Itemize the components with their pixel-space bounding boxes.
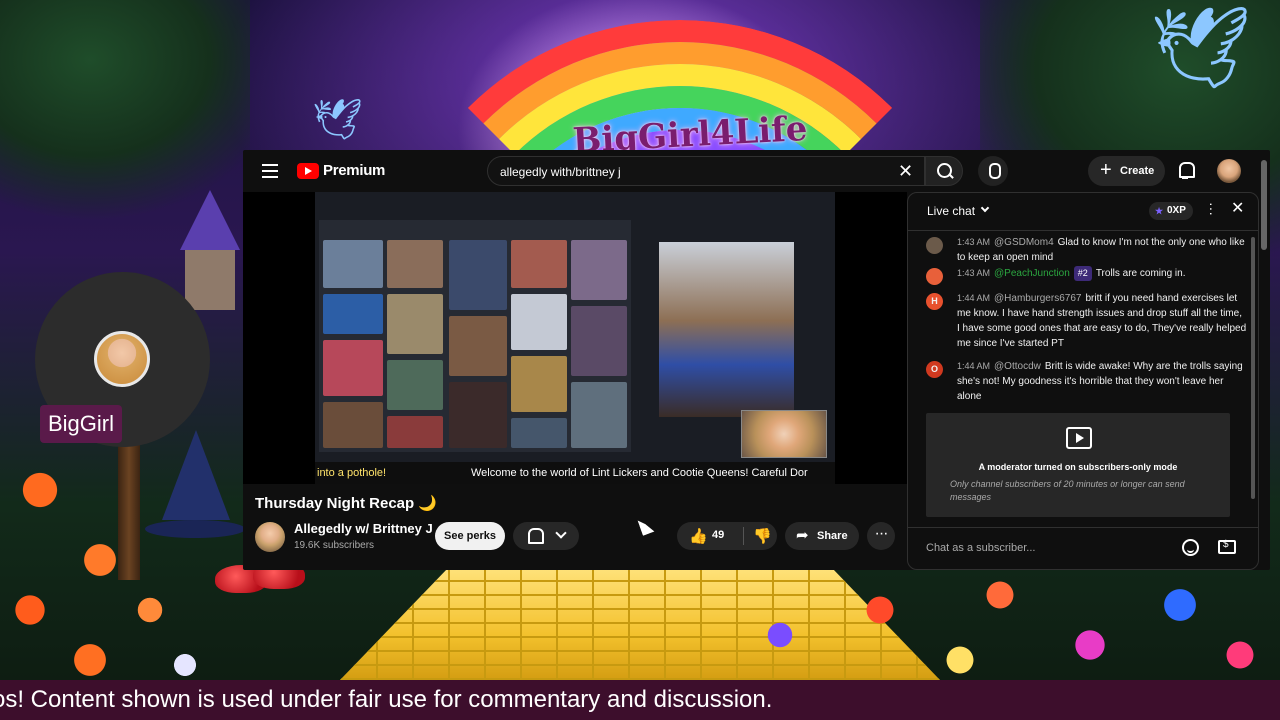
video-facecam (741, 410, 827, 458)
chat-avatar: H (926, 293, 943, 310)
close-icon[interactable]: ✕ (1231, 201, 1244, 217)
witch-hat-decoration (145, 430, 245, 540)
ticker-text: os! Content shown is used under fair use… (0, 686, 773, 713)
live-chat-title[interactable]: Live chat (927, 204, 975, 218)
chat-text: Trolls are coming in. (1095, 268, 1186, 279)
more-vert-icon[interactable]: ··· (1204, 202, 1220, 216)
logo-text: Premium (323, 162, 386, 179)
video-ticker-left: into a pothole! (317, 467, 387, 479)
subscriber-count: 19.6K subscribers (294, 540, 375, 551)
like-count: 49 (712, 529, 725, 541)
video-title: Thursday Night Recap 🌙 (255, 495, 438, 512)
play-box-icon (1066, 427, 1092, 449)
rank-badge: #2 (1073, 266, 1092, 281)
video-frame: into a pothole! Welcome to the world of … (315, 192, 835, 484)
channel-avatar[interactable] (255, 522, 285, 552)
chat-avatar (926, 268, 943, 285)
close-icon[interactable]: ✕ (898, 161, 913, 182)
bluebird-icon: 🕊 (312, 98, 363, 142)
chat-author[interactable]: @Ottocdw (994, 361, 1041, 372)
chat-time: 1:44 AM (957, 361, 991, 371)
thumbs-up-icon[interactable]: 👍 (689, 527, 708, 545)
share-label: Share (817, 530, 848, 542)
video-ticker: into a pothole! Welcome to the world of … (315, 462, 835, 484)
chat-time: 1:44 AM (957, 293, 991, 303)
share-button[interactable]: ➦ Share (785, 522, 859, 550)
search-input[interactable] (500, 163, 880, 181)
notice-title: A moderator turned on subscribers-only m… (978, 462, 1178, 472)
youtube-premium-logo[interactable]: Premium (297, 162, 385, 179)
more-actions-button[interactable]: ··· (867, 522, 895, 550)
xp-badge[interactable]: 0XP (1149, 202, 1193, 220)
webcam-avatar (94, 331, 150, 387)
video-player[interactable]: into a pothole! Welcome to the world of … (243, 192, 907, 484)
emoji-icon[interactable] (1182, 539, 1199, 556)
live-chat-header: Live chat 0XP ··· ✕ (908, 193, 1258, 231)
channel-row: Allegedly w/ Brittney J 19.6K subscriber… (255, 520, 905, 560)
chat-input[interactable] (926, 539, 1166, 557)
chat-avatar (926, 237, 943, 254)
menu-icon[interactable] (262, 164, 278, 178)
window-scrollbar[interactable] (1261, 160, 1267, 250)
create-button[interactable]: + Create (1088, 156, 1165, 186)
bell-icon (527, 528, 544, 544)
notifications-bell-icon[interactable] (1177, 162, 1195, 179)
live-chat-panel: Live chat 0XP ··· ✕ 1:43 AM@GSDMom4Glad … (907, 192, 1259, 570)
bottom-ticker: os! Content shown is used under fair use… (0, 680, 1280, 720)
search-box: ✕ (487, 156, 925, 186)
chevron-down-icon (555, 527, 567, 539)
plus-icon: + (1100, 159, 1112, 181)
video-ticker-right: Welcome to the world of Lint Lickers and… (471, 467, 808, 479)
chat-author[interactable]: @GSDMom4 (994, 237, 1054, 248)
youtube-logo-icon (297, 162, 319, 179)
flowers-right-decoration (720, 565, 1280, 685)
super-chat-icon[interactable] (1218, 539, 1236, 554)
share-icon: ➦ (796, 527, 809, 544)
bluebird-icon: 🕊 (1150, 3, 1252, 92)
chat-message-list: 1:43 AM @GSDMom4 Glad to know I'm not the … (908, 231, 1258, 517)
youtube-top-bar: Premium ✕ + Create (243, 150, 1270, 192)
chat-author[interactable]: @Hamburgers6767 (994, 293, 1081, 304)
chat-input-bar (908, 527, 1258, 569)
video-family-photo (659, 242, 794, 417)
chat-time: 1:43 AM (957, 237, 991, 247)
chat-avatar: O (926, 361, 943, 378)
channel-name[interactable]: Allegedly w/ Brittney J (294, 521, 433, 536)
video-screenshare-browser (319, 220, 631, 452)
webcam-name-label: BigGirl (40, 405, 123, 443)
youtube-window: Premium ✕ + Create (243, 150, 1270, 570)
chat-scrollbar[interactable] (1251, 237, 1255, 517)
chat-author[interactable]: @PeachJunction (994, 268, 1070, 279)
fairy-tower-decoration (175, 190, 245, 310)
thumbs-down-icon[interactable]: 👎 (753, 527, 772, 545)
chat-time: 1:43 AM (957, 268, 991, 278)
search-button[interactable] (925, 156, 963, 186)
see-perks-button[interactable]: See perks (435, 522, 505, 550)
notice-text: Only channel subscribers of 20 minutes o… (950, 479, 1185, 502)
like-dislike-group: 👍 49 👎 (677, 522, 777, 550)
mic-icon[interactable] (978, 156, 1008, 186)
divider (743, 527, 744, 545)
create-label: Create (1120, 165, 1155, 177)
subscribers-only-notice: A moderator turned on subscribers-only m… (926, 413, 1230, 517)
chevron-down-icon[interactable] (980, 203, 990, 213)
account-avatar[interactable] (1217, 159, 1241, 183)
subscription-bell-button[interactable] (513, 522, 579, 550)
